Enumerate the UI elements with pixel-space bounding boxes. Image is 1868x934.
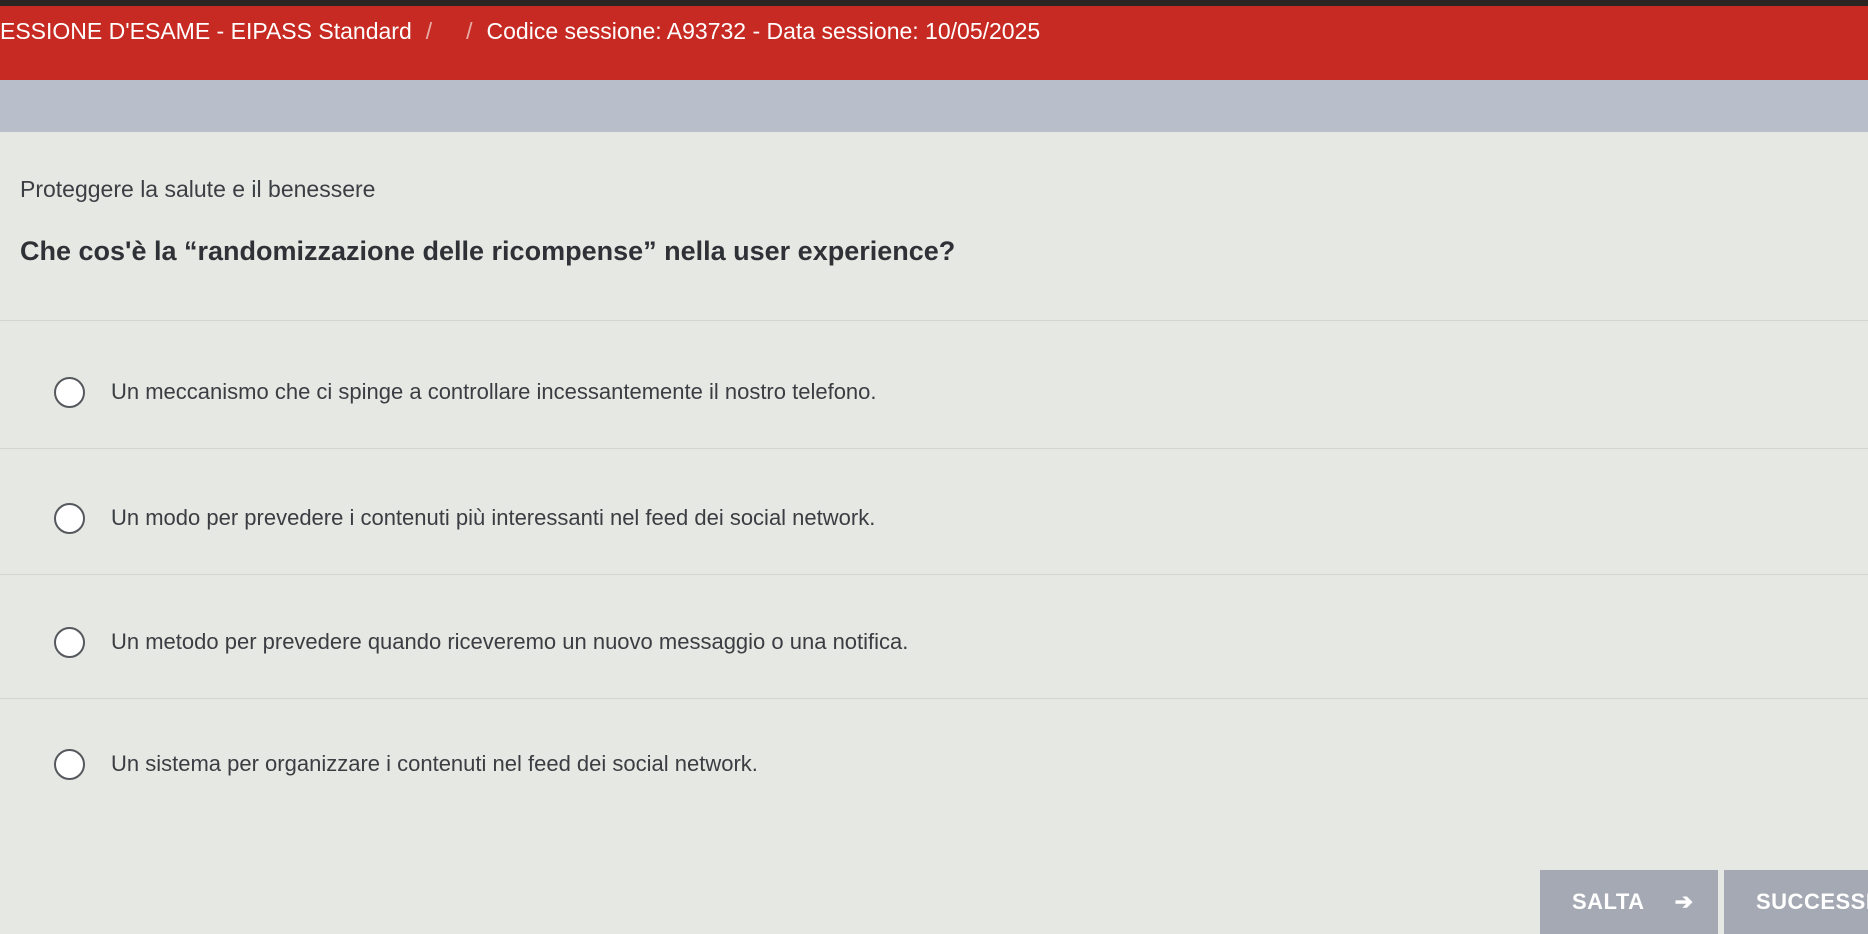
- question-panel: Proteggere la salute e il benessere Che …: [0, 132, 1868, 934]
- divider: [0, 574, 1868, 575]
- answer-option-4[interactable]: Un sistema per organizzare i contenuti n…: [54, 744, 758, 784]
- answer-option-label: Un meccanismo che ci spinge a controllar…: [111, 379, 877, 404]
- radio-button[interactable]: [54, 626, 85, 658]
- exam-header: ESSIONE D'ESAME - EIPASS Standard / / Co…: [0, 0, 1868, 80]
- answer-option-2[interactable]: Un modo per prevedere i contenuti più in…: [54, 498, 875, 538]
- next-button-label: SUCCESSI: [1756, 889, 1868, 914]
- answer-option-label: Un sistema per organizzare i contenuti n…: [111, 751, 758, 776]
- next-button[interactable]: SUCCESSI: [1724, 870, 1868, 934]
- header-separator: /: [466, 18, 473, 44]
- divider: [0, 320, 1868, 321]
- exam-title: ESSIONE D'ESAME - EIPASS Standard: [0, 18, 412, 44]
- question-category: Proteggere la salute e il benessere: [20, 176, 376, 202]
- skip-button-label: SALTA: [1572, 889, 1645, 914]
- radio-button[interactable]: [54, 376, 85, 408]
- divider: [0, 698, 1868, 699]
- answer-option-1[interactable]: Un meccanismo che ci spinge a controllar…: [54, 372, 877, 412]
- header-separator: /: [425, 18, 433, 44]
- answer-option-label: Un modo per prevedere i contenuti più in…: [111, 505, 876, 530]
- session-info: Codice sessione: A93732 - Data sessione:…: [486, 18, 1041, 44]
- answer-option-3[interactable]: Un metodo per prevedere quando riceverem…: [54, 622, 908, 662]
- radio-button[interactable]: [54, 748, 85, 780]
- skip-button[interactable]: SALTA ➔: [1540, 870, 1718, 934]
- divider: [0, 448, 1868, 449]
- question-text: Che cos'è la “randomizzazione delle rico…: [20, 236, 956, 266]
- arrow-right-icon: ➔: [1674, 889, 1694, 914]
- sub-header-bar: [0, 80, 1868, 132]
- answer-option-label: Un metodo per prevedere quando riceverem…: [111, 629, 909, 654]
- radio-button[interactable]: [54, 502, 85, 534]
